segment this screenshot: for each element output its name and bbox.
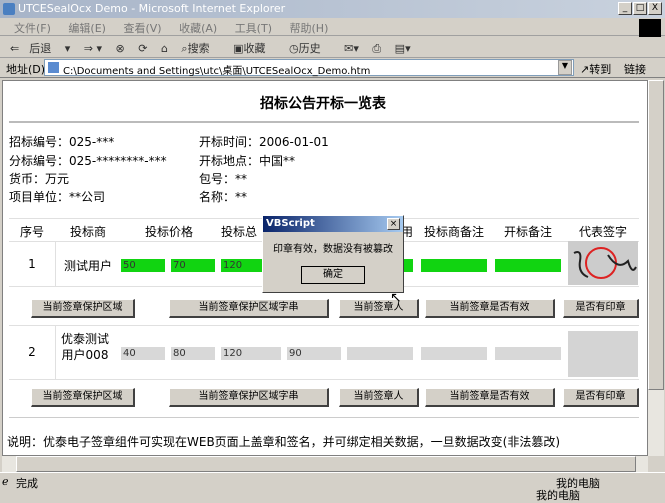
menu-help[interactable]: 帮助(H) <box>290 22 329 35</box>
row1-field-1[interactable]: 50 <box>121 259 165 272</box>
menu-edit[interactable]: 编辑(E) <box>68 22 106 35</box>
seal-valid-button-2[interactable]: 当前签章是否有效 <box>425 388 555 407</box>
seal-signer-button-2[interactable]: 当前签章人 <box>339 388 419 407</box>
scroll-thumb[interactable] <box>648 80 664 390</box>
info-name: 名称：** <box>199 190 248 204</box>
stop-icon[interactable]: ⊗ <box>116 42 125 55</box>
info-package: 包号：** <box>199 172 248 186</box>
row1-field-2[interactable]: 70 <box>171 259 215 272</box>
favorites-button[interactable]: ▣收藏 <box>233 42 275 55</box>
row2-field-6[interactable] <box>421 347 487 360</box>
seal-icon <box>573 247 637 279</box>
zone-text-taskbar: 我的电脑 <box>536 489 580 502</box>
back-arrow-icon: ⇐ <box>10 42 20 55</box>
links-button[interactable]: 链接 <box>624 61 646 77</box>
info-currency: 货币：万元 <box>9 172 70 186</box>
row2-field-3[interactable]: 120 <box>221 347 281 360</box>
back-button[interactable]: ⇐ 后退 ▾ <box>10 42 70 55</box>
title-bar: UTCESealOcx Demo - Microsoft Internet Ex… <box>0 0 665 18</box>
row1-field-7[interactable] <box>495 259 561 272</box>
info-open-time: 开标时间：2006-01-01 <box>199 135 329 149</box>
ie-icon <box>3 3 15 15</box>
dialog-ok-button[interactable]: 确定 <box>301 266 365 284</box>
seal-area-string-button-2[interactable]: 当前签章保护区域字串 <box>169 388 329 407</box>
note-text: 说明：优泰电子签章组件可实现在WEB页面上盖章和签名，并可绑定相关数据，一旦数据… <box>7 435 561 449</box>
mail-icon[interactable]: ✉▾ <box>344 42 359 55</box>
search-button[interactable]: ⌕搜索 <box>181 42 219 55</box>
header-signature: 代表签字 <box>578 225 627 239</box>
row1-field-6[interactable] <box>421 259 487 272</box>
go-button[interactable]: ↗转到 <box>580 61 611 77</box>
info-bid-no: 招标编号：025-*** <box>9 135 115 149</box>
seal-area-button-2[interactable]: 当前签章保护区域 <box>31 388 135 407</box>
row2-field-5[interactable] <box>347 347 413 360</box>
home-icon[interactable]: ⌂ <box>161 42 168 55</box>
has-seal-button-2[interactable]: 是否有印章 <box>563 388 639 407</box>
vbscript-dialog: VBScript × 印章有效，数据没有被篡改 确定 <box>262 215 404 293</box>
history-button[interactable]: ◷历史 <box>289 42 331 55</box>
toolbar: ⇐ 后退 ▾ ⇒ ▾ ⊗ ⟳ ⌂ ⌕搜索 ▣收藏 ◷历史 ✉▾ ⎙ ▤▾ <box>0 36 665 58</box>
header-price: 投标价格 <box>144 225 193 239</box>
maximize-button[interactable]: □ <box>633 2 647 15</box>
address-dropdown[interactable]: ▼ <box>558 60 572 75</box>
has-seal-button[interactable]: 是否有印章 <box>563 299 639 318</box>
menu-favorites[interactable]: 收藏(A) <box>179 22 217 35</box>
info-sub-no: 分标编号：025-********-*** <box>9 154 167 168</box>
vertical-scrollbar[interactable] <box>648 80 664 456</box>
address-bar: 地址(D) C:\Documents and Settings\utc\桌面\U… <box>0 58 665 78</box>
signature-empty-area[interactable] <box>568 331 638 377</box>
address-label: 地址(D) <box>6 63 46 76</box>
ie-page-icon: ℯ <box>2 475 9 488</box>
row2-field-1[interactable]: 40 <box>121 347 165 360</box>
dialog-title: VBScript <box>263 216 403 232</box>
row1-bidder: 测试用户 <box>63 259 112 273</box>
seal-valid-button[interactable]: 当前签章是否有效 <box>425 299 555 318</box>
seal-area-string-button[interactable]: 当前签章保护区域字串 <box>169 299 329 318</box>
minimize-button[interactable]: _ <box>618 2 632 15</box>
row2-field-4[interactable]: 90 <box>287 347 341 360</box>
page-title: 招标公告开标一览表 <box>260 96 386 112</box>
menu-view[interactable]: 查看(V) <box>123 22 161 35</box>
address-input[interactable]: C:\Documents and Settings\utc\桌面\UTCESea… <box>44 59 574 77</box>
header-bidder: 投标商 <box>69 225 106 239</box>
row2-no: 2 <box>28 345 36 359</box>
page-icon <box>48 62 59 73</box>
dialog-close-icon[interactable]: × <box>387 218 400 230</box>
print-icon[interactable]: ⎙ <box>372 42 381 55</box>
divider <box>9 121 639 123</box>
forward-button[interactable]: ⇒ ▾ <box>84 42 102 55</box>
header-open-remark: 开标备注 <box>503 225 552 239</box>
menu-bar: 文件(F) 编辑(E) 查看(V) 收藏(A) 工具(T) 帮助(H) <box>0 18 665 36</box>
window-title: UTCESealOcx Demo - Microsoft Internet Ex… <box>18 2 286 15</box>
row2-field-7[interactable] <box>495 347 561 360</box>
seal-area-button[interactable]: 当前签章保护区域 <box>31 299 135 318</box>
horizontal-scrollbar[interactable] <box>2 456 648 472</box>
signature-seal-image[interactable] <box>568 241 638 285</box>
status-bar: ℯ 完成 我的电脑 我的电脑 <box>0 472 665 502</box>
close-button[interactable]: X <box>648 2 662 15</box>
scroll-thumb-h[interactable] <box>16 456 636 472</box>
row1-no: 1 <box>28 257 36 271</box>
info-open-place: 开标地点：中国** <box>199 154 296 168</box>
header-bidder-remark: 投标商备注 <box>423 225 484 239</box>
header-no: 序号 <box>19 225 44 239</box>
refresh-icon[interactable]: ⟳ <box>138 42 147 55</box>
info-unit: 项目单位：**公司 <box>9 190 106 204</box>
windows-logo-icon <box>639 19 661 37</box>
status-text: 完成 <box>16 477 38 490</box>
menu-tools[interactable]: 工具(T) <box>235 22 272 35</box>
row2-field-2[interactable]: 80 <box>171 347 215 360</box>
edit-icon[interactable]: ▤▾ <box>395 42 411 55</box>
menu-file[interactable]: 文件(F) <box>14 22 51 35</box>
dialog-message: 印章有效，数据没有被篡改 <box>273 244 393 255</box>
mouse-cursor-icon: ↖ <box>390 290 402 306</box>
seal-signer-button[interactable]: 当前签章人 <box>339 299 419 318</box>
row2-bidder: 优泰测试用户008 <box>60 332 109 362</box>
